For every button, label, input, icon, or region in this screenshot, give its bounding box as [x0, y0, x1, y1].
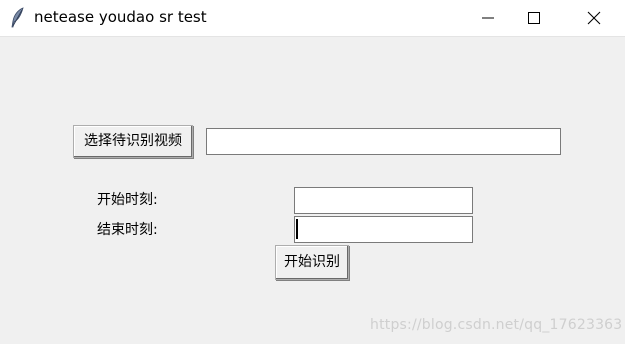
close-icon	[587, 11, 601, 25]
text-caret	[296, 219, 298, 239]
window-title: netease youdao sr test	[34, 8, 207, 26]
end-time-label: 结束时刻:	[97, 222, 158, 238]
video-path-input[interactable]	[206, 128, 561, 155]
app-window: netease youdao sr test 选择待识别视频 开始时刻: 结束时…	[0, 0, 625, 344]
title-bar[interactable]: netease youdao sr test	[0, 0, 625, 37]
select-video-button[interactable]: 选择待识别视频	[73, 125, 193, 158]
feather-icon	[10, 7, 26, 29]
maximize-icon	[528, 12, 540, 24]
start-time-label: 开始时刻:	[97, 192, 158, 208]
start-time-input[interactable]	[294, 187, 473, 214]
close-button[interactable]	[571, 0, 617, 36]
end-time-input[interactable]	[294, 216, 473, 243]
minimize-icon	[482, 17, 494, 19]
minimize-button[interactable]	[465, 0, 511, 36]
maximize-button[interactable]	[511, 0, 557, 36]
watermark-text: https://blog.csdn.net/qq_17623363	[370, 317, 623, 333]
start-recognition-button[interactable]: 开始识别	[275, 245, 349, 280]
